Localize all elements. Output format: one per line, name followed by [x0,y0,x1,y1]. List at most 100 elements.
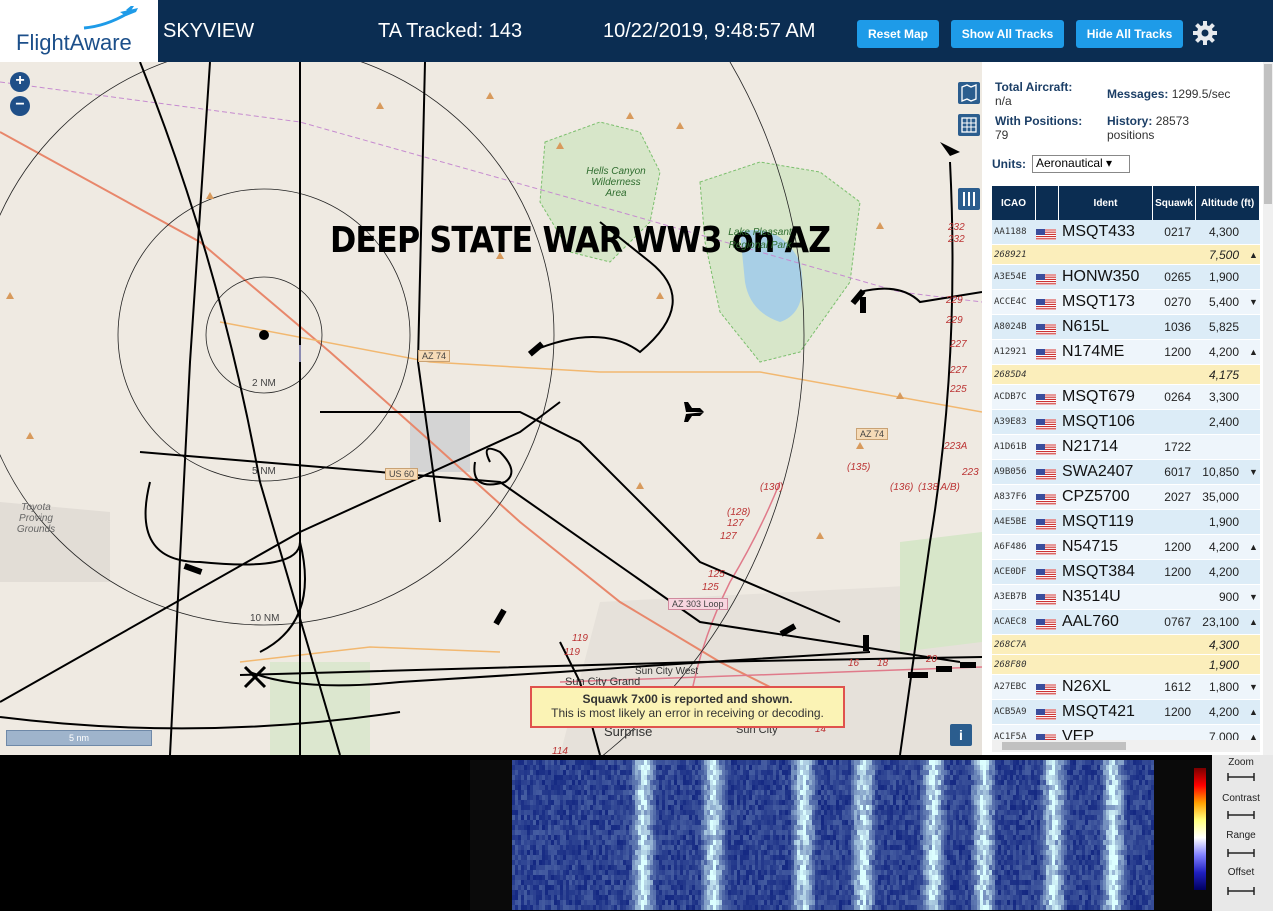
columns-icon[interactable] [958,188,980,210]
table-row[interactable]: A27EBC N26XL 1612 1,800 ▼ [992,675,1260,700]
table-row[interactable]: 268C7A 4,300 [992,635,1260,655]
route-number: 114 [552,746,568,755]
map-layers-icon[interactable] [958,82,980,104]
country-flag-icon [1036,659,1059,670]
table-row[interactable]: A3E54E HONW350 0265 1,900 [992,265,1260,290]
altitude-trend-icon: ▲ [1249,707,1258,717]
tracked-count: TA Tracked: 143 [378,20,523,42]
altitude-cell: 4,200 [1208,345,1239,359]
table-row[interactable]: ACE0DF MSQT384 1200 4,200 [992,560,1260,585]
icao-cell: 2685D4 [994,369,1027,380]
route-number: 223A [944,441,968,452]
table-row[interactable]: A837F6 CPZ5700 2027 35,000 [992,485,1260,510]
route-number: 229 [946,295,963,306]
waterfall-display[interactable] [470,760,1212,910]
route-number: 232 [948,222,965,233]
route-number: 127 [720,531,737,542]
table-row[interactable]: A39E83 MSQT106 2,400 [992,410,1260,435]
table-row[interactable]: A3EB7B N3514U 900 ▼ [992,585,1260,610]
altitude-trend-icon: ▲ [1249,617,1258,627]
icao-cell: A12921 [994,347,1027,357]
route-number: 119 [564,647,580,658]
plane-logo-icon [83,6,138,30]
table-row[interactable]: 2685D4 4,175 [992,365,1260,385]
logo-text: FlightAware [16,30,132,55]
route-number: (136) [890,482,914,493]
col-squawk[interactable]: Squawk [1153,186,1195,220]
contrast-slider[interactable] [1226,809,1256,821]
country-flag-icon [1036,369,1059,380]
flightaware-logo[interactable]: FlightAware [0,0,158,62]
table-row[interactable]: A1D61B N21714 1722 [992,435,1260,460]
altitude-cell: 4,200 [1208,565,1239,579]
route-number: 225 [950,384,967,395]
clock-datetime: 10/22/2019, 9:48:57 AM [603,20,816,42]
col-ident[interactable]: Ident [1059,186,1152,220]
table-row[interactable]: A6F486 N54715 1200 4,200 ▲ [992,535,1260,560]
table-hscrollbar[interactable] [992,740,1260,752]
place-label-sun-city-west: Sun City West [635,666,699,677]
icao-cell: A837F6 [994,492,1027,502]
altitude-cell: 900 [1218,590,1239,604]
altitude-cell: 5,400 [1208,295,1239,309]
table-row[interactable]: ACCE4C MSQT173 0270 5,400 ▼ [992,290,1260,315]
hide-all-tracks-button[interactable]: Hide All Tracks [1076,20,1183,48]
zoom-out-button[interactable]: − [10,96,30,116]
grid-icon[interactable] [958,114,980,136]
col-icao[interactable]: ICAO [992,186,1035,220]
icao-cell: A27EBC [994,682,1027,692]
info-button[interactable]: i [950,724,972,746]
table-row[interactable]: 268F80 1,900 [992,655,1260,675]
altitude-trend-icon: ▼ [1249,592,1258,602]
table-row[interactable]: A9B056 SWA2407 6017 10,850 ▼ [992,460,1260,485]
squawk-cell: 1200 [1164,540,1191,554]
table-row[interactable]: A8024B N615L 1036 5,825 [992,315,1260,340]
country-flag-icon [1036,517,1059,530]
altitude-trend-icon: ▲ [1249,347,1258,357]
squawk-cell: 0264 [1164,390,1191,404]
altitude-trend-icon: ▲ [1249,542,1258,552]
col-flag[interactable] [1036,186,1058,220]
table-header: ICAO Ident Squawk Altitude (ft) [992,186,1260,220]
table-row[interactable]: A4E5BE MSQT119 1,900 [992,510,1260,535]
map-canvas[interactable] [0,62,982,755]
ident-cell: N26XL [1062,678,1111,695]
show-all-tracks-button[interactable]: Show All Tracks [951,20,1064,48]
scrollbar-thumb[interactable] [1264,64,1272,204]
route-number: 227 [950,339,967,350]
zoom-slider[interactable] [1226,771,1256,783]
table-row[interactable]: A12921 N174ME 1200 4,200 ▲ [992,340,1260,365]
ident-cell: N615L [1062,318,1110,335]
units-select[interactable]: Aeronautical ▾ [1032,155,1130,173]
squawk-cell: 0767 [1164,615,1191,629]
gear-icon[interactable] [1192,20,1218,46]
reset-map-button[interactable]: Reset Map [857,20,939,48]
zoom-control-label: Zoom [1228,757,1254,768]
altitude-trend-icon: ▲ [1249,249,1258,260]
hscrollbar-thumb[interactable] [1002,742,1126,750]
icao-cell: A6F486 [994,542,1027,552]
icao-cell: A39E83 [994,417,1027,427]
road-shield-az74-west: AZ 74 [418,350,451,362]
zoom-in-button[interactable]: + [10,72,30,92]
country-flag-icon [1036,392,1059,405]
country-flag-icon [1036,442,1059,455]
table-row[interactable]: AA1188 MSQT433 0217 4,300 [992,220,1260,245]
table-row[interactable]: ACB5A9 MSQT421 1200 4,200 ▲ [992,700,1260,725]
range-slider[interactable] [1226,847,1256,859]
map-view[interactable]: + − DEEP STATE WAR WW3 on AZ 2 NM 5 NM 1… [0,62,982,755]
col-altitude[interactable]: Altitude (ft) [1196,186,1259,220]
table-row[interactable]: 268921 7,500 ▲ [992,245,1260,265]
offset-slider[interactable] [1226,885,1256,897]
panel-scrollbar[interactable] [1263,62,1273,755]
squawk-cell: 0265 [1164,270,1191,284]
ident-cell: N174ME [1062,343,1125,360]
table-row[interactable]: ACDB7C MSQT679 0264 3,300 [992,385,1260,410]
table-row[interactable]: ACAEC8 AAL760 0767 23,100 ▲ [992,610,1260,635]
ident-cell: MSQT421 [1062,703,1135,720]
country-flag-icon [1036,617,1059,630]
altitude-cell: 4,200 [1208,540,1239,554]
altitude-cell: 4,200 [1208,705,1239,719]
aircraft-table: ICAO Ident Squawk Altitude (ft) AA1188 MS… [992,186,1260,750]
color-scale-bar [1194,768,1206,890]
